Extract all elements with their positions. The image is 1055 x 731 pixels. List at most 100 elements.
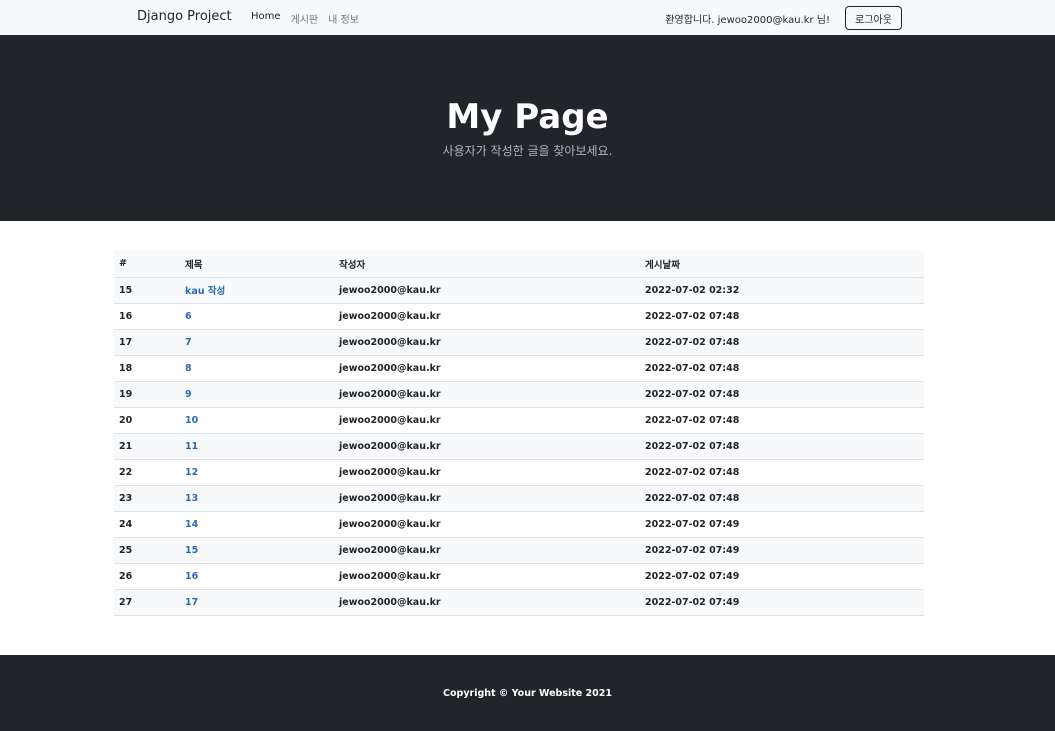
table-row: 23 13 jewoo2000@kau.kr 2022-07-02 07:48 (114, 485, 924, 512)
post-title-link[interactable]: 13 (185, 493, 198, 504)
table-row: 25 15 jewoo2000@kau.kr 2022-07-02 07:49 (114, 537, 924, 564)
cell-date: 2022-07-02 07:49 (640, 511, 924, 538)
table-row: 27 17 jewoo2000@kau.kr 2022-07-02 07:49 (114, 589, 924, 616)
cell-number: 24 (114, 511, 180, 538)
cell-number: 17 (114, 329, 180, 356)
cell-date: 2022-07-02 07:48 (640, 381, 924, 408)
footer: Copyright © Your Website 2021 (0, 655, 1055, 731)
cell-author: jewoo2000@kau.kr (334, 433, 640, 460)
footer-copyright: Copyright © Your Website 2021 (443, 688, 612, 699)
cell-author: jewoo2000@kau.kr (334, 407, 640, 434)
header-title: 제목 (180, 251, 334, 278)
cell-date: 2022-07-02 07:48 (640, 303, 924, 330)
cell-author: jewoo2000@kau.kr (334, 511, 640, 538)
cell-author: jewoo2000@kau.kr (334, 537, 640, 564)
table-row: 18 8 jewoo2000@kau.kr 2022-07-02 07:48 (114, 355, 924, 382)
page-header: My Page 사용자가 작성한 글을 찾아보세요. (0, 35, 1055, 221)
cell-date: 2022-07-02 07:48 (640, 433, 924, 460)
cell-number: 27 (114, 589, 180, 616)
cell-number: 26 (114, 563, 180, 590)
header-number: # (114, 251, 180, 278)
post-title-link[interactable]: 16 (185, 571, 198, 582)
table-row: 20 10 jewoo2000@kau.kr 2022-07-02 07:48 (114, 407, 924, 434)
table-row: 26 16 jewoo2000@kau.kr 2022-07-02 07:49 (114, 563, 924, 590)
cell-date: 2022-07-02 07:48 (640, 485, 924, 512)
cell-date: 2022-07-02 07:49 (640, 563, 924, 590)
cell-date: 2022-07-02 07:49 (640, 589, 924, 616)
cell-date: 2022-07-02 07:49 (640, 537, 924, 564)
table-row: 19 9 jewoo2000@kau.kr 2022-07-02 07:48 (114, 381, 924, 408)
cell-title: 8 (180, 355, 334, 382)
table-header: # 제목 작성자 게시날짜 (114, 251, 924, 278)
cell-number: 19 (114, 381, 180, 408)
cell-author: jewoo2000@kau.kr (334, 355, 640, 382)
cell-number: 20 (114, 407, 180, 434)
cell-author: jewoo2000@kau.kr (334, 459, 640, 486)
post-title-link[interactable]: 17 (185, 597, 198, 608)
cell-author: jewoo2000@kau.kr (334, 303, 640, 330)
table-row: 16 6 jewoo2000@kau.kr 2022-07-02 07:48 (114, 303, 924, 330)
cell-date: 2022-07-02 07:48 (640, 329, 924, 356)
cell-number: 15 (114, 277, 180, 304)
cell-title: 9 (180, 381, 334, 408)
cell-title: 14 (180, 511, 334, 538)
cell-number: 25 (114, 537, 180, 564)
post-title-link[interactable]: 12 (185, 467, 198, 478)
post-title-link[interactable]: 10 (185, 415, 198, 426)
cell-number: 16 (114, 303, 180, 330)
cell-author: jewoo2000@kau.kr (334, 563, 640, 590)
cell-author: jewoo2000@kau.kr (334, 485, 640, 512)
cell-author: jewoo2000@kau.kr (334, 329, 640, 356)
cell-date: 2022-07-02 07:48 (640, 459, 924, 486)
nav-links: Home 게시판 내 정보 (251, 11, 359, 26)
cell-title: 13 (180, 485, 334, 512)
cell-date: 2022-07-02 02:32 (640, 277, 924, 304)
table-row: 15 kau 작성 jewoo2000@kau.kr 2022-07-02 02:32 (114, 277, 924, 304)
post-title-link[interactable]: 6 (185, 311, 192, 322)
table-row: 17 7 jewoo2000@kau.kr 2022-07-02 07:48 (114, 329, 924, 356)
cell-title: 7 (180, 329, 334, 356)
cell-title: 11 (180, 433, 334, 460)
cell-title: 10 (180, 407, 334, 434)
table-header-row: # 제목 작성자 게시날짜 (114, 251, 924, 278)
post-title-link[interactable]: 9 (185, 389, 192, 400)
cell-author: jewoo2000@kau.kr (334, 277, 640, 304)
post-title-link[interactable]: 8 (185, 363, 192, 374)
cell-number: 22 (114, 459, 180, 486)
cell-title: 17 (180, 589, 334, 616)
cell-number: 23 (114, 485, 180, 512)
nav-link-my-info[interactable]: 내 정보 (328, 11, 359, 26)
post-title-link[interactable]: 7 (185, 337, 192, 348)
cell-author: jewoo2000@kau.kr (334, 381, 640, 408)
table-row: 22 12 jewoo2000@kau.kr 2022-07-02 07:48 (114, 459, 924, 486)
table-body: 15 kau 작성 jewoo2000@kau.kr 2022-07-02 02:32… (114, 277, 924, 616)
cell-number: 21 (114, 433, 180, 460)
logout-button[interactable]: 로그아웃 (845, 6, 902, 30)
header-date: 게시날짜 (640, 251, 924, 278)
cell-number: 18 (114, 355, 180, 382)
cell-date: 2022-07-02 07:48 (640, 407, 924, 434)
page-subtitle: 사용자가 작성한 글을 찾아보세요. (442, 144, 613, 158)
cell-title: 15 (180, 537, 334, 564)
cell-title: 12 (180, 459, 334, 486)
nav-link-board[interactable]: 게시판 (291, 11, 319, 26)
header-author: 작성자 (334, 251, 640, 278)
nav-link-home[interactable]: Home (251, 11, 281, 26)
cell-date: 2022-07-02 07:48 (640, 355, 924, 382)
brand-link[interactable]: Django Project (137, 9, 232, 24)
posts-table-container: # 제목 작성자 게시날짜 15 kau 작성 jewoo2000@kau.kr 20… (114, 251, 924, 616)
cell-author: jewoo2000@kau.kr (334, 589, 640, 616)
cell-title: 16 (180, 563, 334, 590)
post-title-link[interactable]: 14 (185, 519, 198, 530)
post-title-link[interactable]: kau 작성 (185, 286, 225, 297)
post-title-link[interactable]: 15 (185, 545, 198, 556)
cell-title: kau 작성 (180, 277, 334, 304)
posts-table: # 제목 작성자 게시날짜 15 kau 작성 jewoo2000@kau.kr 20… (114, 251, 924, 616)
table-row: 24 14 jewoo2000@kau.kr 2022-07-02 07:49 (114, 511, 924, 538)
navbar: Django Project Home 게시판 내 정보 환영합니다. jewo… (0, 0, 1055, 35)
welcome-message: 환영합니다. jewoo2000@kau.kr 님! (665, 15, 830, 26)
post-title-link[interactable]: 11 (185, 441, 198, 452)
cell-title: 6 (180, 303, 334, 330)
table-row: 21 11 jewoo2000@kau.kr 2022-07-02 07:48 (114, 433, 924, 460)
page-title: My Page (446, 97, 609, 137)
